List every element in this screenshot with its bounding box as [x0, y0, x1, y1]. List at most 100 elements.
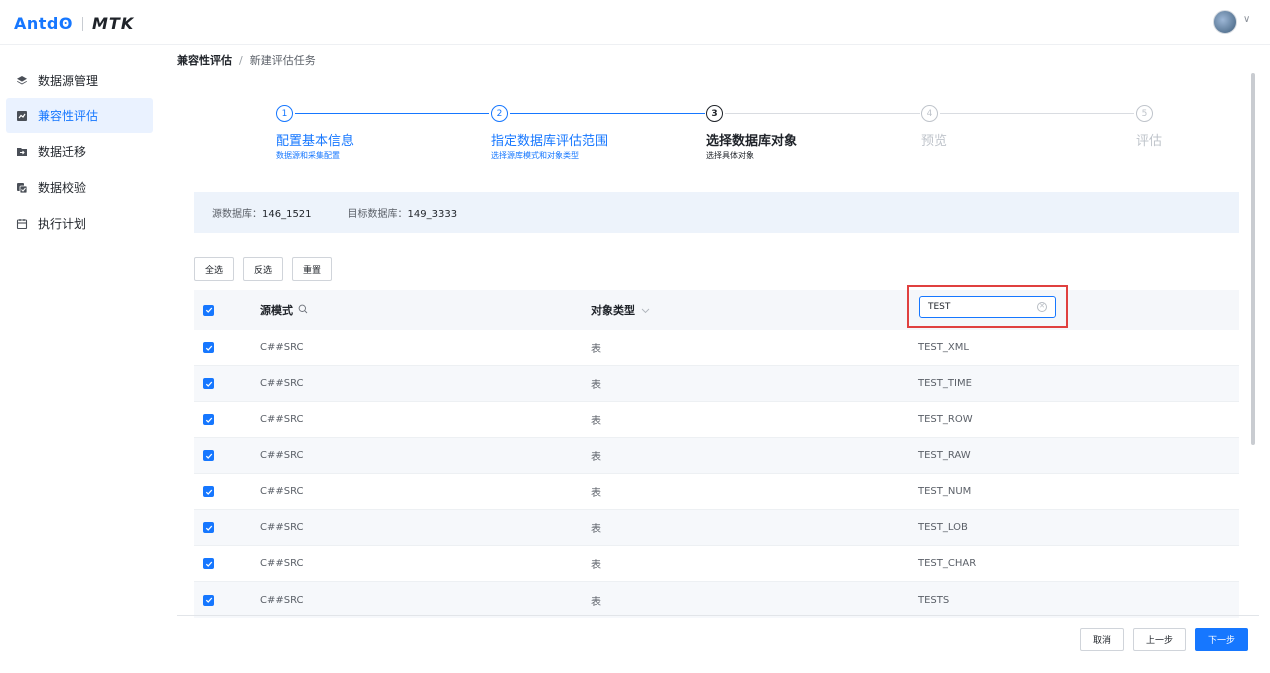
column-header-schema-label: 源模式: [260, 304, 293, 317]
row-checkbox[interactable]: [203, 342, 214, 353]
logo-antd: Antdʘ: [14, 14, 73, 33]
sidebar-item-plan[interactable]: 执行计划: [6, 206, 153, 241]
step-connector: [510, 113, 705, 114]
column-header-type: 对象类型: [591, 302, 650, 318]
search-icon[interactable]: [298, 303, 308, 317]
breadcrumb-separator: /: [239, 53, 243, 67]
avatar[interactable]: [1213, 10, 1237, 34]
database-info-bar: 源数据库：146_1521 目标数据库：149_3333: [194, 192, 1239, 233]
step-3-title: 选择数据库对象: [706, 134, 798, 149]
cell-object-name: TEST_TIME: [918, 378, 972, 389]
table-row[interactable]: C##SRC 表 TEST_CHAR: [194, 546, 1239, 582]
select-all-checkbox[interactable]: [203, 304, 214, 316]
select-all-button[interactable]: 全选: [194, 257, 235, 281]
row-checkbox[interactable]: [203, 594, 214, 606]
target-db-info: 目标数据库：149_3333: [348, 205, 458, 220]
footer-divider: [177, 615, 1259, 616]
sidebar-item-datasource[interactable]: 数据源管理: [6, 63, 153, 98]
vertical-scrollbar[interactable]: [1251, 73, 1255, 445]
filter-input-value: TEST: [928, 301, 951, 312]
table-row[interactable]: C##SRC 表 TEST_LOB: [194, 510, 1239, 546]
sidebar-item-label: 执行计划: [38, 217, 87, 231]
step-connector: [295, 113, 489, 114]
invert-selection-button[interactable]: 反选: [243, 257, 284, 281]
app-logo[interactable]: Antdʘ MTK: [14, 14, 134, 33]
table-row[interactable]: C##SRC 表 TEST_TIME: [194, 366, 1239, 402]
step-2-title: 指定数据库评估范围: [491, 134, 609, 149]
step-2-subtitle: 选择源库模式和对象类型: [491, 151, 579, 160]
cell-schema: C##SRC: [260, 594, 304, 606]
cell-type: 表: [591, 596, 601, 608]
row-checkbox[interactable]: [203, 558, 214, 569]
row-checkbox[interactable]: [203, 486, 214, 497]
step-connector: [725, 113, 920, 114]
table-row[interactable]: C##SRC 表 TEST_NUM: [194, 474, 1239, 510]
breadcrumb: 兼容性评估 / 新建评估任务: [177, 52, 316, 68]
step-1-number: 1: [276, 105, 293, 122]
row-checkbox[interactable]: [203, 522, 214, 533]
step-3-number: 3: [706, 105, 723, 122]
step-progress: 1 2 3 4 5 配置基本信息 数据源和采集配置 指定数据库评估范围 选择源库…: [0, 100, 1270, 170]
cell-schema: C##SRC: [260, 558, 304, 569]
cancel-button[interactable]: 取消: [1080, 628, 1125, 651]
cell-object-name: TEST_ROW: [918, 414, 973, 425]
breadcrumb-current: 新建评估任务: [249, 54, 316, 67]
chevron-down-icon[interactable]: [641, 303, 650, 317]
cell-type: 表: [591, 524, 601, 535]
chevron-down-icon[interactable]: ∨: [1243, 14, 1250, 25]
row-checkbox[interactable]: [203, 414, 214, 425]
cell-schema: C##SRC: [260, 522, 304, 533]
cell-type: 表: [591, 416, 601, 427]
target-db-label: 目标数据库：: [347, 209, 408, 220]
column-header-type-label: 对象类型: [591, 304, 635, 317]
wizard-footer: 取消 上一步 下一步: [1080, 628, 1249, 651]
table-row[interactable]: C##SRC 表 TEST_ROW: [194, 402, 1239, 438]
cell-schema: C##SRC: [260, 414, 304, 425]
step-2-number: 2: [491, 105, 508, 122]
step-5-title: 评估: [1136, 134, 1163, 149]
top-bar: Antdʘ MTK ∨: [0, 0, 1270, 45]
step-1-title: 配置基本信息: [276, 134, 355, 149]
cell-object-name: TEST_RAW: [918, 450, 971, 461]
previous-step-button[interactable]: 上一步: [1133, 628, 1187, 651]
table-row[interactable]: C##SRC 表 TEST_RAW: [194, 438, 1239, 474]
verify-icon: [16, 182, 28, 194]
logo-mtk: MTK: [91, 14, 135, 33]
reset-button[interactable]: 重置: [292, 257, 333, 281]
sidebar-item-label: 数据源管理: [38, 74, 99, 88]
layers-icon: [16, 75, 28, 87]
step-1-subtitle: 数据源和采集配置: [276, 151, 340, 160]
step-connector: [940, 113, 1134, 114]
object-name-filter-input[interactable]: TEST ✕: [919, 295, 1056, 318]
cell-object-name: TESTS: [918, 594, 950, 606]
cell-object-name: TEST_NUM: [918, 486, 972, 497]
table-row[interactable]: C##SRC 表 TESTS: [194, 582, 1239, 618]
step-3-subtitle: 选择具体对象: [706, 151, 754, 160]
cell-type: 表: [591, 452, 601, 463]
sidebar-item-verify[interactable]: 数据校验: [6, 170, 153, 205]
highlighted-filter: TEST ✕: [907, 285, 1068, 328]
selection-actions: 全选 反选 重置: [194, 257, 333, 281]
source-db-label: 源数据库：: [212, 209, 262, 220]
cell-object-name: TEST_CHAR: [918, 558, 977, 569]
cell-object-name: TEST_XML: [918, 342, 969, 353]
clear-icon[interactable]: ✕: [1037, 301, 1047, 312]
cell-schema: C##SRC: [260, 450, 304, 461]
cell-schema: C##SRC: [260, 486, 304, 497]
cell-object-name: TEST_LOB: [918, 522, 968, 533]
source-db-info: 源数据库：146_1521: [212, 205, 312, 220]
logo-divider: [81, 16, 83, 31]
object-table: 源模式 对象类型 TEST ✕ C##SRC 表 TEST_XML C##SRC…: [194, 285, 1239, 618]
row-checkbox[interactable]: [203, 378, 214, 389]
step-4-title: 预览: [921, 134, 948, 149]
breadcrumb-parent[interactable]: 兼容性评估: [177, 52, 232, 68]
table-row[interactable]: C##SRC 表 TEST_XML: [194, 330, 1239, 366]
next-step-button[interactable]: 下一步: [1195, 628, 1249, 651]
cell-type: 表: [591, 488, 601, 499]
target-db-value: 149_3333: [407, 209, 458, 220]
cell-schema: C##SRC: [260, 378, 304, 389]
row-checkbox[interactable]: [203, 450, 214, 461]
cell-schema: C##SRC: [260, 342, 304, 353]
column-header-schema: 源模式: [260, 302, 308, 318]
cell-type: 表: [591, 560, 601, 571]
